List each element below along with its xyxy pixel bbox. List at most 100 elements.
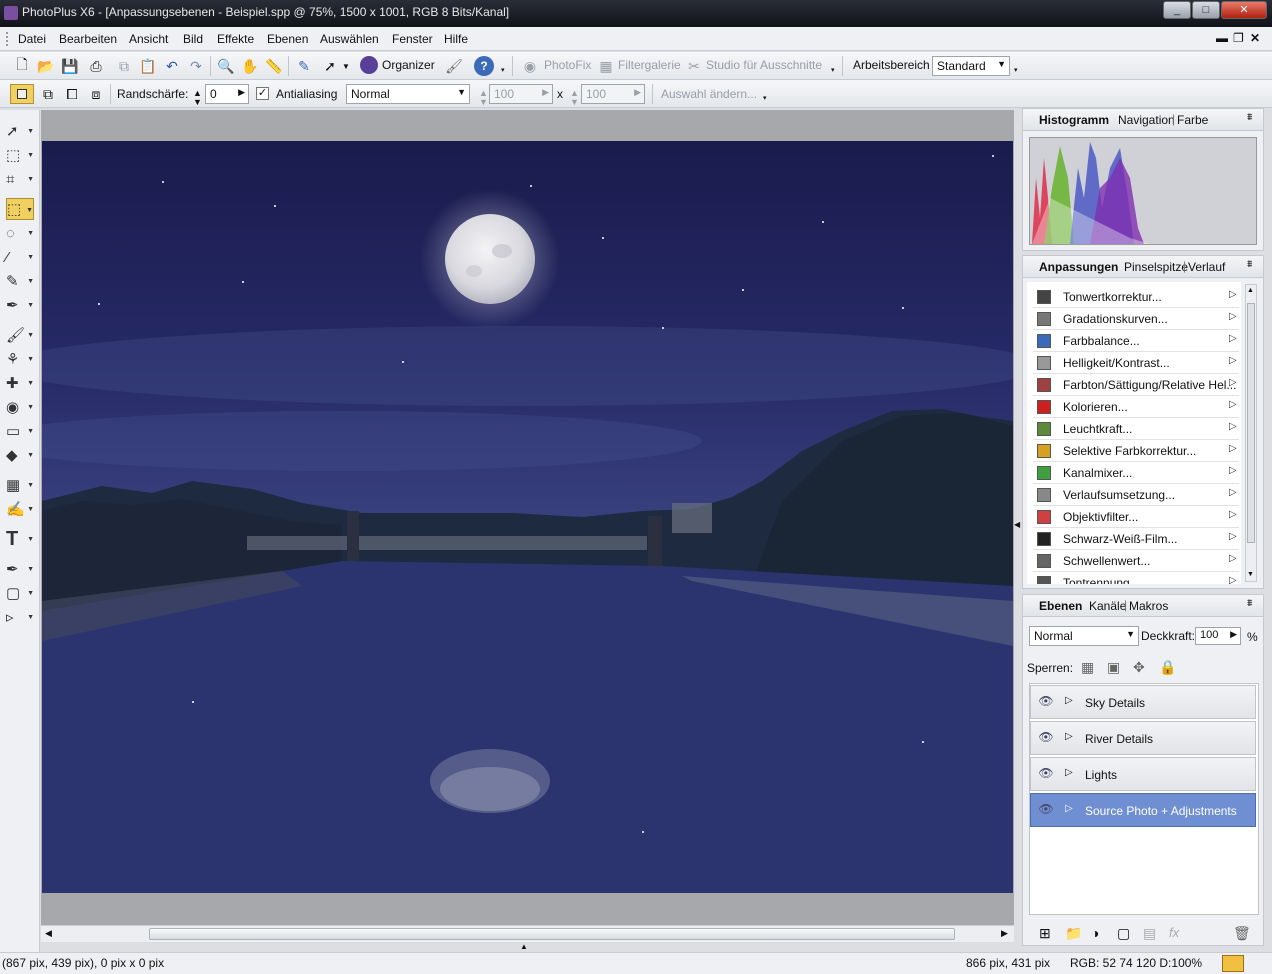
expand-arrow-icon[interactable]: ▷	[1229, 399, 1237, 410]
tab-ebenen[interactable]: Ebenen	[1039, 599, 1082, 613]
toolbar-overflow-icon[interactable]: ▾	[501, 66, 505, 74]
mdi-close-button[interactable]: ✕	[1250, 31, 1260, 45]
mask-icon[interactable]: ▢	[1117, 925, 1130, 942]
workspace-select[interactable]: Standard ▼	[932, 56, 1010, 76]
panel-menu-icon[interactable]: ⩩	[1247, 259, 1252, 270]
lock-pixels-icon[interactable]: ▣	[1107, 659, 1120, 676]
menu-datei[interactable]: Datei	[18, 32, 46, 46]
scroll-up-icon[interactable]: ▲	[1247, 287, 1254, 294]
clone-icon[interactable]: ⚘ ▼	[6, 348, 34, 370]
scroll-left-icon[interactable]: ◀	[45, 928, 52, 939]
layer-row[interactable]: 👁 ▷ River Details	[1030, 721, 1256, 755]
redo-icon[interactable]: ↷	[186, 56, 206, 76]
panel-menu-icon[interactable]: ⩩	[1247, 598, 1252, 609]
expand-arrow-icon[interactable]: ▷	[1229, 487, 1237, 498]
copy-icon[interactable]: ⧉	[114, 56, 134, 76]
antialiasing-checkbox[interactable]: ✓	[256, 87, 269, 100]
adjustments-scrollbar[interactable]: ▲ ▼	[1245, 284, 1257, 582]
adjustment-item[interactable]: Helligkeit/Kontrast... ▷	[1033, 352, 1239, 374]
photofix-icon[interactable]: ◉	[520, 56, 540, 76]
tab-verlauf[interactable]: Verlauf	[1188, 260, 1225, 274]
eye-icon[interactable]: 👁	[1037, 766, 1055, 782]
eye-icon[interactable]: 👁	[1037, 802, 1055, 818]
studio-button[interactable]: Studio für Ausschnitte	[706, 58, 822, 72]
height-spinner[interactable]: ▲ ▼	[570, 89, 579, 107]
shape-icon[interactable]: ▢ ▼	[6, 582, 34, 604]
width-spinner[interactable]: ▲ ▼	[479, 89, 488, 107]
expand-arrow-icon[interactable]: ▷	[1229, 311, 1237, 322]
scroll-right-icon[interactable]: ▶	[1001, 928, 1008, 939]
new-file-icon[interactable]: 🗋	[12, 56, 32, 76]
organizer-button[interactable]: Organizer	[382, 58, 435, 72]
adjustment-item[interactable]: Verlaufsumsetzung... ▷	[1033, 484, 1239, 506]
menu-hilfe[interactable]: Hilfe	[444, 32, 468, 46]
toolbar-overflow-icon[interactable]: ▾	[1014, 66, 1018, 74]
layer-row[interactable]: 👁 ▷ Sky Details	[1030, 685, 1256, 719]
tab-anpassungen[interactable]: Anpassungen	[1039, 260, 1118, 274]
close-button[interactable]: ✕	[1221, 1, 1267, 19]
zoom-icon[interactable]: 🔍	[216, 56, 236, 76]
tab-farbe[interactable]: Farbe	[1177, 113, 1208, 127]
smudge-icon[interactable]: ✍ ▼	[6, 498, 34, 520]
layer-row[interactable]: 👁 ▷ Source Photo + Adjustments	[1030, 793, 1256, 827]
pen-icon[interactable]: ✒ ▼	[6, 558, 34, 580]
expand-arrow-icon[interactable]: ▷	[1229, 575, 1237, 584]
adjustment-item[interactable]: Tontrennung... ▷	[1033, 572, 1239, 584]
adjustment-item[interactable]: Farbton/Sättigung/Relative Hel... ▷	[1033, 374, 1239, 396]
color-picker-icon[interactable]: ✒ ▼	[6, 294, 34, 316]
panel-menu-icon[interactable]: ⩩	[1247, 112, 1252, 123]
text-icon[interactable]: T ▼	[6, 528, 34, 550]
expand-arrow-icon[interactable]: ▷	[1229, 421, 1237, 432]
mdi-restore-button[interactable]: ❐	[1233, 31, 1244, 45]
mdi-minimize-button[interactable]: ▬	[1216, 31, 1228, 45]
adjustment-item[interactable]: Kolorieren... ▷	[1033, 396, 1239, 418]
menu-bild[interactable]: Bild	[183, 32, 203, 46]
blend-mode-select[interactable]: Normal ▼	[346, 84, 470, 104]
help-icon[interactable]: ?	[474, 56, 494, 76]
expand-arrow-icon[interactable]: ▷	[1229, 355, 1237, 366]
chevron-down-icon[interactable]: ▼	[342, 62, 350, 71]
trash-icon[interactable]: 🗑	[1233, 925, 1251, 942]
eraser-icon[interactable]: ▭ ▼	[6, 420, 34, 442]
adjustment-item[interactable]: Kanalmixer... ▷	[1033, 462, 1239, 484]
add-selection-icon[interactable]: ⧉	[38, 84, 58, 104]
tab-navigation[interactable]: Navigation	[1118, 113, 1175, 127]
lock-transparency-icon[interactable]: ▦	[1081, 659, 1094, 676]
scrollbar-thumb[interactable]	[149, 928, 955, 940]
lock-position-icon[interactable]: ✥	[1133, 659, 1145, 676]
pointer-icon[interactable]: ➚	[320, 56, 340, 76]
paintbrush-icon[interactable]: 🖌 ▼	[6, 324, 34, 346]
width-input[interactable]: 100 ▶	[489, 84, 553, 104]
minimize-button[interactable]: _	[1163, 1, 1191, 19]
fill-icon[interactable]: ◆ ▼	[6, 444, 34, 466]
tab-makros[interactable]: Makros	[1129, 599, 1168, 613]
filtergalerie-button[interactable]: Filtergalerie	[618, 58, 681, 72]
randschaerfe-input[interactable]: 0 ▶	[205, 84, 249, 104]
intersect-selection-icon[interactable]: ⧈	[86, 84, 106, 104]
toolbar-overflow-icon[interactable]: ▾	[831, 66, 835, 74]
rect-selection-icon[interactable]: ⬚ ▼	[6, 198, 34, 220]
menu-auswaehlen[interactable]: Auswählen	[320, 32, 379, 46]
horizontal-scrollbar[interactable]: ◀ ▶	[41, 925, 1014, 942]
app-icon[interactable]	[4, 6, 18, 20]
menu-effekte[interactable]: Effekte	[217, 32, 254, 46]
subtract-selection-icon[interactable]: ⧠	[62, 84, 82, 104]
paste-icon[interactable]: 📋	[138, 56, 158, 76]
node-edit-icon[interactable]: ▹ ▼	[6, 606, 34, 628]
expand-arrow-icon[interactable]: ▷	[1229, 377, 1237, 388]
adjustment-item[interactable]: Leuchtkraft... ▷	[1033, 418, 1239, 440]
tab-histogramm[interactable]: Histogramm	[1039, 113, 1109, 127]
expand-arrow-icon[interactable]: ▷	[1229, 333, 1237, 344]
bottom-splitter-grip[interactable]: ▲	[520, 942, 528, 951]
navigator-icon[interactable]	[1222, 955, 1244, 972]
open-folder-icon[interactable]: 📂	[36, 56, 56, 76]
adjustment-item[interactable]: Gradationskurven... ▷	[1033, 308, 1239, 330]
menu-ansicht[interactable]: Ansicht	[129, 32, 168, 46]
eye-icon[interactable]: 👁	[1037, 730, 1055, 746]
dropper-icon[interactable]: ✎	[294, 56, 314, 76]
expand-arrow-icon[interactable]: ▷	[1229, 553, 1237, 564]
expand-arrow-icon[interactable]: ▷	[1065, 803, 1073, 814]
new-group-icon[interactable]: 📁	[1065, 925, 1082, 942]
randschaerfe-spinner[interactable]: ▲ ▼	[193, 89, 202, 107]
magic-wand-icon[interactable]: ⁄ ▼	[6, 246, 34, 268]
